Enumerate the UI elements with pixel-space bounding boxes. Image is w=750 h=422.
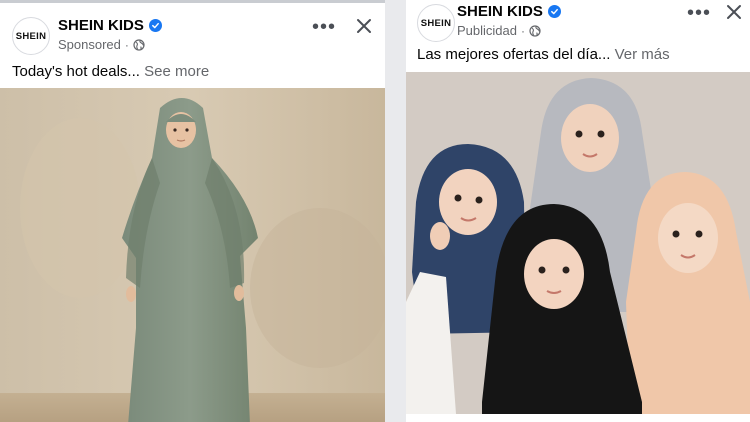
more-options-icon[interactable]: ••• xyxy=(687,3,711,23)
see-more-link[interactable]: See more xyxy=(144,63,209,80)
brand-row: SHEIN KIDS xyxy=(58,17,162,34)
ad-photo xyxy=(0,88,385,422)
sponsored-row: Publicidad · xyxy=(457,23,541,38)
post-header: SHEIN SHEIN KIDS Sponsored · ••• xyxy=(0,3,385,63)
more-options-icon[interactable]: ••• xyxy=(312,17,336,37)
separator-dot: · xyxy=(124,37,129,52)
brand-name[interactable]: SHEIN KIDS xyxy=(457,3,543,20)
verified-badge-icon xyxy=(547,5,561,18)
ad-image-girl-green-abaya[interactable] xyxy=(0,88,385,422)
caption-text: Las mejores ofertas del día... xyxy=(417,46,611,63)
separator-dot: · xyxy=(521,23,525,38)
brand-name[interactable]: SHEIN KIDS xyxy=(58,17,144,34)
brand-logo[interactable]: SHEIN xyxy=(12,17,50,55)
post-caption: Today's hot deals... See more xyxy=(12,63,209,80)
sponsored-label[interactable]: Sponsored xyxy=(58,37,121,52)
ad-image-four-girls-hijabs[interactable] xyxy=(406,72,750,414)
globe-icon xyxy=(133,38,145,51)
close-icon[interactable] xyxy=(355,17,373,35)
sponsored-label[interactable]: Publicidad xyxy=(457,23,517,38)
verified-badge-icon xyxy=(148,19,162,32)
post-caption: Las mejores ofertas del día... Ver más xyxy=(417,46,670,63)
sponsored-row: Sponsored · xyxy=(58,37,145,52)
ad-photo xyxy=(406,72,750,414)
see-more-link[interactable]: Ver más xyxy=(615,46,670,63)
brand-row: SHEIN KIDS xyxy=(457,3,561,20)
caption-text: Today's hot deals... xyxy=(12,63,140,80)
brand-logo[interactable]: SHEIN xyxy=(417,4,455,42)
ad-card-english: SHEIN SHEIN KIDS Sponsored · ••• Today's… xyxy=(0,0,385,422)
close-icon[interactable] xyxy=(725,3,743,21)
ad-card-spanish: SHEIN SHEIN KIDS Publicidad · ••• Las me… xyxy=(406,0,750,422)
globe-icon xyxy=(529,24,541,37)
